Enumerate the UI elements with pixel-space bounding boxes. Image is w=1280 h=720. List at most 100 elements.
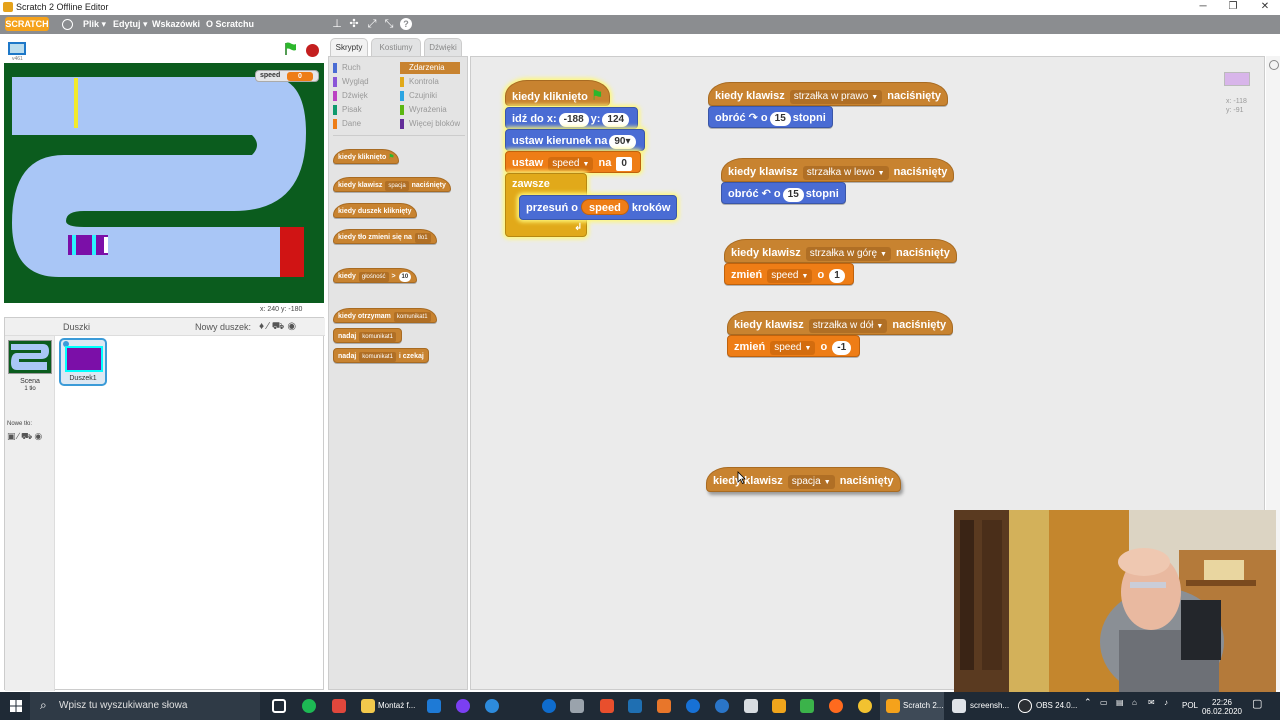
app-icon-4[interactable]	[570, 699, 584, 713]
maximize-button[interactable]: ❐	[1218, 0, 1248, 14]
tray-chevron-icon[interactable]: ⌃	[1084, 698, 1092, 707]
category-operators[interactable]: Wyrażenia	[400, 104, 447, 116]
speed-monitor[interactable]: speed 0	[255, 70, 319, 82]
app-icon-6[interactable]	[628, 699, 642, 713]
block-when-flag-clicked[interactable]: kiedy kliknięto ⚑	[505, 80, 611, 106]
tray-icon-2[interactable]: ▤	[1116, 698, 1124, 707]
zoom-icon[interactable]	[1269, 60, 1279, 70]
new-sprite-tools[interactable]: ♦∕⛟◉	[259, 321, 299, 334]
store-icon[interactable]	[332, 699, 346, 713]
stage[interactable]: speed 0	[4, 63, 324, 303]
app-icon-1[interactable]	[427, 699, 441, 713]
app-icon-10[interactable]	[744, 699, 758, 713]
clock[interactable]: 22:26 06.02.2020	[1200, 698, 1244, 716]
minimize-button[interactable]: ─	[1188, 0, 1218, 14]
app-icon-9[interactable]	[715, 699, 729, 713]
notifications-icon[interactable]: ▢	[1252, 699, 1262, 710]
block-set-variable[interactable]: ustaw speed ▼ na 0	[505, 151, 641, 173]
stamp-icon[interactable]: ⊥	[331, 18, 343, 30]
shrink-icon[interactable]: ⤡	[383, 18, 395, 30]
category-pen[interactable]: Pisak	[333, 104, 362, 116]
obs-task-label[interactable]: OBS 24.0...	[1036, 701, 1077, 710]
block-when-key-right[interactable]: kiedy klawisz strzałka w prawo ▼ naciśnię…	[708, 82, 949, 106]
category-looks[interactable]: Wygląd	[333, 76, 369, 88]
palette-block-backdrop-switch[interactable]: kiedy tło zmieni się na tło1	[333, 229, 437, 244]
block-go-to-xy[interactable]: idź do x: -188 y: 124	[505, 107, 639, 129]
palette-block-broadcast[interactable]: nadaj komunikat1	[333, 328, 402, 343]
category-events[interactable]: Zdarzenia	[400, 62, 460, 74]
cut-icon[interactable]: ✣	[348, 18, 360, 30]
menu-edit[interactable]: Edytuj ▾	[113, 19, 148, 30]
palette-block-receive[interactable]: kiedy otrzymam komunikat1	[333, 308, 437, 323]
close-button[interactable]: ✕	[1250, 0, 1280, 14]
montaz-label[interactable]: Montaż f...	[378, 701, 415, 710]
obs-icon[interactable]	[1018, 699, 1032, 713]
block-turn-right[interactable]: obróć ↷ o 15 stopni	[708, 106, 833, 128]
file-explorer-icon[interactable]	[361, 699, 375, 713]
category-control[interactable]: Kontrola	[400, 76, 439, 88]
clock-date: 06.02.2020	[1201, 707, 1243, 716]
menu-about[interactable]: O Scratchu	[206, 19, 254, 29]
windows-start-icon[interactable]	[10, 700, 22, 712]
edge-icon[interactable]	[485, 699, 499, 713]
tab-scripts[interactable]: Skrypty	[330, 38, 368, 56]
green-flag-icon[interactable]	[284, 42, 298, 56]
stop-icon[interactable]	[306, 44, 319, 57]
block-point-direction[interactable]: ustaw kierunek na 90▾	[505, 129, 645, 151]
app-icon-12[interactable]	[800, 699, 814, 713]
fullscreen-icon[interactable]	[8, 42, 26, 55]
block-when-key-left[interactable]: kiedy klawisz strzałka w lewo ▼ naciśnięt…	[721, 158, 955, 182]
tab-costumes[interactable]: Kostiumy	[371, 38, 421, 56]
menu-bar: SCRATCH Plik ▾ Edytuj ▾ Wskazówki O Scra…	[0, 15, 1280, 34]
scratch-logo[interactable]: SCRATCH	[5, 17, 49, 31]
category-sound[interactable]: Dźwięk	[333, 90, 368, 102]
palette-block-when-key[interactable]: kiedy klawisz spacja naciśnięty	[333, 177, 451, 192]
camera-icon: ◉	[287, 321, 300, 332]
block-when-key-space[interactable]: kiedy klawisz spacja ▼ naciśnięty	[706, 467, 901, 492]
category-motion[interactable]: Ruch	[333, 62, 361, 74]
palette-block-when-flag[interactable]: kiedy kliknięto ⚑	[333, 149, 400, 164]
spotify-icon[interactable]	[302, 699, 316, 713]
task-view-icon[interactable]	[272, 699, 286, 713]
chrome-icon[interactable]	[858, 699, 872, 713]
tray-icon-3[interactable]: ⌂	[1132, 698, 1137, 707]
tab-sounds[interactable]: Dźwięki	[424, 38, 462, 56]
turn-right-icon: ↷	[748, 112, 758, 124]
globe-icon[interactable]	[62, 19, 73, 30]
new-backdrop-tools[interactable]: ▣∕⛟◉	[7, 431, 44, 443]
app-icon-11[interactable]	[772, 699, 786, 713]
block-when-key-down[interactable]: kiedy klawisz strzałka w dół ▼ naciśnięty	[727, 311, 954, 335]
volume-icon[interactable]: ♪	[1164, 698, 1168, 707]
help-icon[interactable]: ?	[400, 18, 412, 30]
menu-tips[interactable]: Wskazówki	[152, 19, 200, 29]
app-icon-5[interactable]	[600, 699, 614, 713]
screenshot-icon[interactable]	[952, 699, 966, 713]
category-more[interactable]: Więcej bloków	[400, 118, 460, 130]
palette-block-sprite-clicked[interactable]: kiedy duszek kliknięty	[333, 203, 417, 218]
language-indicator[interactable]: POL	[1182, 701, 1198, 710]
app-icon-7[interactable]	[657, 699, 671, 713]
block-when-key-up[interactable]: kiedy klawisz strzałka w górę ▼ naciśnięt…	[724, 239, 957, 263]
palette-block-broadcast-wait[interactable]: nadaj komunikat1 i czekaj	[333, 348, 429, 363]
taskbar-search[interactable]: ⌕ Wpisz tu wyszukiwane słowa	[30, 692, 260, 720]
category-sensing[interactable]: Czujniki	[400, 90, 437, 102]
network-icon[interactable]: ▭	[1100, 698, 1108, 707]
firefox-icon[interactable]	[829, 699, 843, 713]
app-icon-3[interactable]	[542, 699, 556, 713]
sprite-name: Duszek1	[69, 375, 97, 382]
menu-file[interactable]: Plik ▾	[83, 19, 106, 30]
scratch-task-label: Scratch 2...	[903, 701, 944, 710]
block-change-speed-up[interactable]: zmień speed ▼ o 1	[724, 263, 854, 285]
sprite-thumbnail[interactable]: Duszek1	[59, 338, 107, 386]
block-change-speed-down[interactable]: zmień speed ▼ o -1	[727, 335, 861, 357]
palette-block-loudness[interactable]: kiedy głośność > 10	[333, 268, 418, 283]
grow-icon[interactable]: ⤢	[366, 18, 378, 30]
screenshot-task-label[interactable]: screensh...	[970, 701, 1009, 710]
block-turn-left[interactable]: obróć ↶ o 15 stopni	[721, 182, 846, 204]
tray-icon-4[interactable]: ✉	[1148, 698, 1155, 707]
app-icon-2[interactable]	[456, 699, 470, 713]
block-move-steps[interactable]: przesuń o speed kroków	[519, 195, 678, 220]
app-icon-8[interactable]	[686, 699, 700, 713]
stage-thumbnail[interactable]	[8, 340, 52, 374]
category-data[interactable]: Dane	[333, 118, 361, 130]
